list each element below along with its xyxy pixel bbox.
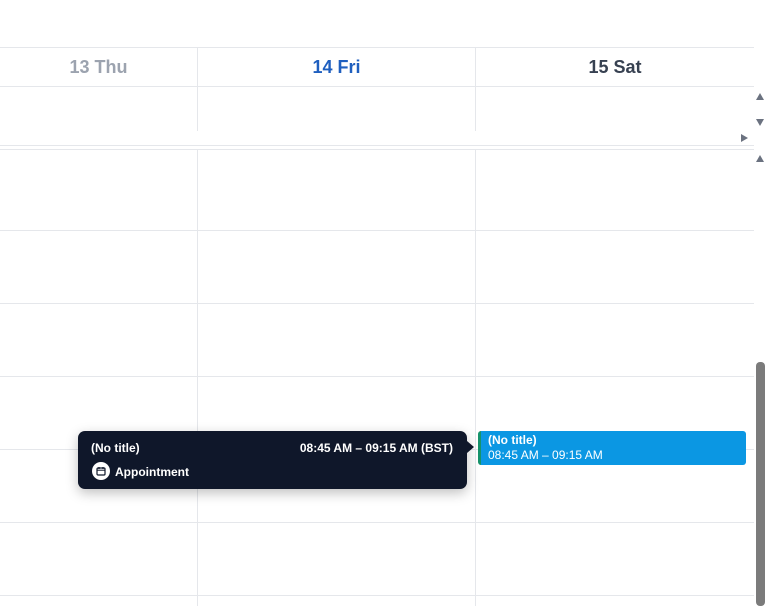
day-header-label: 13 Thu [69,57,128,77]
event-tooltip: (No title) 08:45 AM – 09:15 AM (BST) App… [78,431,474,489]
event-title: (No title) [488,433,537,447]
day-header-fri[interactable]: 14 Fri [198,48,475,87]
hour-line [0,595,754,596]
grid-scrollbar-thumb[interactable] [756,362,765,606]
tooltip-title: (No title) [91,441,140,455]
allday-scroll-down-button[interactable] [756,119,764,126]
event-time: 08:45 AM – 09:15 AM [488,448,603,462]
hour-line [0,303,754,304]
calendar-event[interactable]: (No title) 08:45 AM – 09:15 AM [478,431,746,465]
time-grid[interactable] [0,150,754,606]
calendar-week-view: 13 Thu 14 Fri 15 Sat (No title) 08:45 AM… [0,0,773,606]
allday-scroll-up-button[interactable] [756,93,764,100]
day-header-row: 13 Thu 14 Fri 15 Sat [0,47,754,87]
column-divider [475,150,476,606]
all-day-divider [0,145,754,146]
tooltip-time: 08:45 AM – 09:15 AM (BST) [299,441,453,455]
hour-line [0,376,754,377]
hour-line [0,230,754,231]
calendar-icon [92,462,110,480]
day-header-label: 15 Sat [588,57,642,77]
hour-line [0,522,754,523]
grid-scroll-up-button[interactable] [756,155,764,162]
day-header-sat[interactable]: 15 Sat [476,48,754,87]
day-header-label: 14 Fri [312,57,361,77]
horizontal-scroll-right-button[interactable] [741,134,748,142]
column-divider [475,48,476,87]
column-divider [197,87,198,131]
column-divider [475,87,476,131]
column-divider [197,48,198,87]
all-day-row [0,87,754,131]
day-header-thu[interactable]: 13 Thu [0,48,197,87]
tooltip-event-type: Appointment [115,465,189,479]
column-divider [197,150,198,606]
